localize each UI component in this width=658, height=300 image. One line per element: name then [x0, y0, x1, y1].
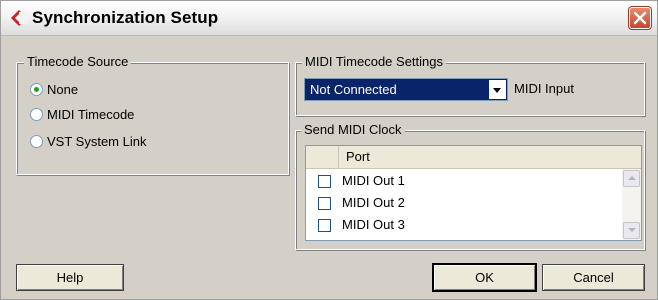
- ok-button[interactable]: OK: [433, 264, 536, 291]
- checkbox[interactable]: [318, 219, 331, 232]
- radio-none-label: None: [47, 81, 79, 97]
- cubase-logo-icon: [11, 10, 28, 26]
- vertical-scrollbar[interactable]: [622, 169, 641, 240]
- table-header: Port: [306, 146, 641, 169]
- radio-button[interactable]: [30, 107, 43, 121]
- radio-none[interactable]: None: [30, 79, 78, 99]
- close-button[interactable]: [628, 6, 652, 30]
- midi-clock-port-table: Port MIDI Out 1 MIDI Out 2 MIDI Out 3: [305, 145, 642, 241]
- midi-input-dropdown[interactable]: Not Connected: [304, 78, 508, 101]
- cancel-button[interactable]: Cancel: [542, 264, 645, 291]
- row-label: MIDI Out 3: [342, 217, 405, 232]
- checkbox[interactable]: [318, 197, 331, 210]
- header-checkbox-column: [306, 146, 339, 168]
- midi-input-value: Not Connected: [310, 82, 397, 97]
- timecode-source-group: Timecode Source None MIDI Timecode VST S…: [16, 54, 289, 175]
- send-midi-clock-label: Send MIDI Clock: [301, 122, 405, 138]
- window-title: Synchronization Setup: [32, 8, 219, 27]
- scroll-down-icon[interactable]: [623, 222, 640, 239]
- radio-midi-timecode-label: MIDI Timecode: [47, 106, 135, 122]
- chevron-down-icon[interactable]: [489, 80, 506, 99]
- scroll-up-icon[interactable]: [623, 170, 640, 187]
- row-label: MIDI Out 1: [342, 173, 405, 188]
- radio-button-selected[interactable]: [30, 82, 43, 96]
- midi-timecode-settings-label: MIDI Timecode Settings: [302, 54, 446, 70]
- close-icon: [633, 11, 647, 25]
- radio-vst-system-link[interactable]: VST System Link: [30, 131, 146, 151]
- synchronization-setup-dialog: Synchronization Setup Timecode Source No…: [0, 0, 658, 300]
- row-label: MIDI Out 2: [342, 195, 405, 210]
- help-button[interactable]: Help: [16, 264, 124, 291]
- midi-input-caption: MIDI Input: [514, 81, 574, 96]
- table-row[interactable]: MIDI Out 1: [306, 171, 619, 193]
- table-row[interactable]: MIDI Out 2: [306, 193, 619, 215]
- table-row[interactable]: MIDI Out 3: [306, 215, 619, 237]
- radio-midi-timecode[interactable]: MIDI Timecode: [30, 104, 134, 124]
- radio-vst-system-link-label: VST System Link: [47, 133, 147, 149]
- checkbox[interactable]: [318, 175, 331, 188]
- timecode-source-label: Timecode Source: [24, 54, 132, 70]
- column-header-port[interactable]: Port: [346, 149, 370, 164]
- radio-button[interactable]: [30, 134, 43, 148]
- title-bar[interactable]: Synchronization Setup: [1, 1, 657, 36]
